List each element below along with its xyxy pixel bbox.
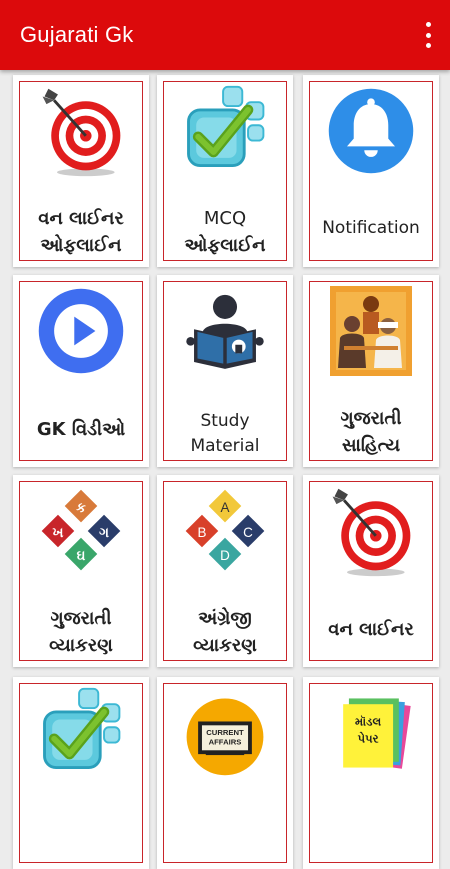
gujarati-letters-diamond-icon: ક ખ ગ ઘ <box>13 481 149 581</box>
card-gujarati-literature[interactable]: ગુજરાતી સાહિત્ય <box>303 275 439 467</box>
letter-ka: ક <box>76 501 86 516</box>
card-gujarati-grammar[interactable]: ક ખ ગ ઘ ગુજરાતી વ્યાકરણ <box>13 475 149 667</box>
card-one-liner-offline[interactable]: વન લાઈનર ઓફલાઈન <box>13 75 149 267</box>
app-bar: Gujarati Gk <box>0 0 450 70</box>
card-english-grammar[interactable]: A B C D અંગ્રેજી વ્યાકરણ <box>157 475 293 667</box>
menu-grid: વન લાઈનર ઓફલાઈન MCQ ઓફલાઈન Notification … <box>0 70 450 869</box>
current-affairs-icon: CURRENT AFFAIRS <box>157 683 293 783</box>
overflow-menu-icon[interactable] <box>422 22 434 48</box>
card-study-material[interactable]: Study Material <box>157 275 293 467</box>
model-text: મૉડલ <box>355 713 381 728</box>
card-label: GK વિડીઓ <box>36 419 126 440</box>
checkbox-tiles-icon <box>13 683 149 783</box>
paper-text: પેપર <box>358 730 380 745</box>
card-mcq-offline[interactable]: MCQ ઓફલાઈન <box>157 75 293 267</box>
current-text: CURRENT <box>206 728 244 737</box>
letter-d: D <box>220 548 230 563</box>
card-one-liner[interactable]: વન લાઈનર <box>303 475 439 667</box>
card-label: ગુજરાતી સાહિત્ય <box>340 408 402 456</box>
card-label: વન લાઈનર ઓફલાઈન <box>38 208 124 256</box>
abcd-diamond-icon: A B C D <box>157 481 293 581</box>
reading-book-icon <box>157 281 293 381</box>
target-dart-icon <box>13 81 149 181</box>
card-gk-video[interactable]: GK વિડીઓ <box>13 275 149 467</box>
poets-photo-icon <box>303 281 439 381</box>
letter-gha: ઘ <box>77 549 86 564</box>
letter-c: C <box>243 525 253 540</box>
card-mcq-2[interactable] <box>13 677 149 869</box>
target-dart-icon <box>303 481 439 581</box>
card-label: વન લાઈનર <box>328 619 414 640</box>
card-model-paper[interactable]: મૉડલ પેપર <box>303 677 439 869</box>
model-paper-icon: મૉડલ પેપર <box>303 683 439 783</box>
letter-ga: ગ <box>99 526 109 541</box>
card-current-affairs[interactable]: CURRENT AFFAIRS <box>157 677 293 869</box>
letter-a: A <box>221 500 230 515</box>
letter-b: B <box>197 525 206 540</box>
card-label: Study Material <box>190 411 260 456</box>
play-icon <box>13 281 149 381</box>
card-label: Notification <box>322 218 420 238</box>
card-label: ગુજરાતી વ્યાકરણ <box>49 608 113 656</box>
card-label: અંગ્રેજી વ્યાકરણ <box>193 608 257 656</box>
checkbox-tiles-icon <box>157 81 293 181</box>
bell-icon <box>303 81 439 181</box>
card-label: MCQ ઓફલાઈન <box>184 208 266 256</box>
affairs-text: AFFAIRS <box>209 738 242 747</box>
app-title: Gujarati Gk <box>20 22 134 47</box>
card-notification[interactable]: Notification <box>303 75 439 267</box>
letter-kha: ખ <box>52 526 63 541</box>
